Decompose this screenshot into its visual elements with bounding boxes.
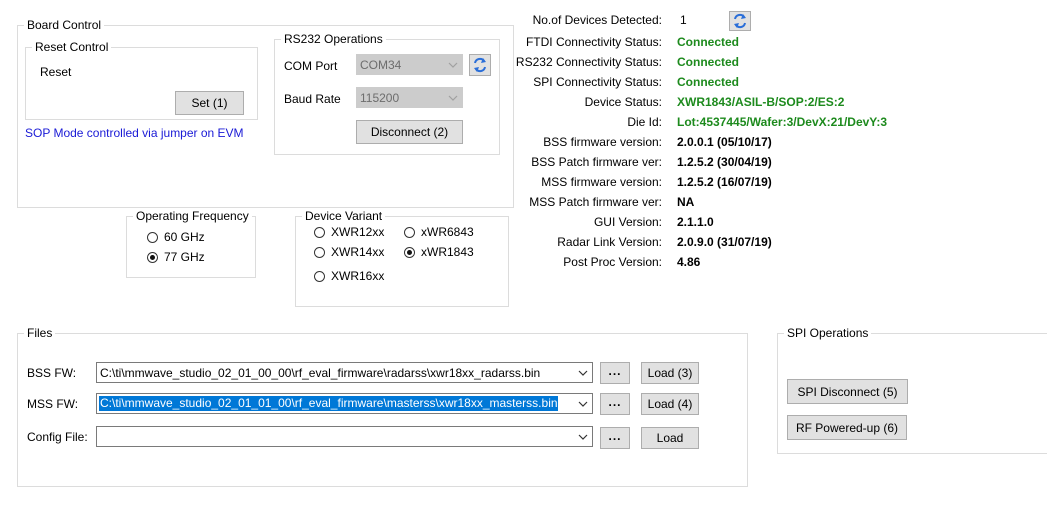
bss-patch-version-value: 1.2.5.2 (30/04/19): [677, 155, 772, 169]
set-button[interactable]: Set (1): [175, 91, 244, 115]
radio-xwr12xx[interactable]: XWR12xx: [314, 224, 384, 240]
radio-xwr6843-indicator: [404, 226, 415, 238]
radio-xwr14xx-label: XWR14xx: [331, 245, 385, 259]
disconnect-button[interactable]: Disconnect (2): [356, 120, 463, 144]
ftdi-status-value: Connected: [677, 35, 740, 49]
chevron-down-icon: [448, 62, 458, 68]
bss-fw-select[interactable]: C:\ti\mmwave_studio_02_01_00_00\rf_eval_…: [96, 362, 593, 383]
radio-60ghz[interactable]: 60 GHz: [147, 229, 205, 245]
devices-detected-label: No.of Devices Detected:: [532, 13, 662, 27]
mss-browse-button[interactable]: ...: [600, 393, 630, 415]
mss-patch-version-value: NA: [677, 195, 695, 209]
radio-xwr1843-indicator: [404, 246, 415, 258]
mss-fw-select[interactable]: C:\ti\mmwave_studio_02_01_01_00\rf_eval_…: [96, 393, 593, 414]
chevron-down-icon: [578, 401, 588, 407]
chevron-down-icon: [448, 95, 458, 101]
radio-xwr1843[interactable]: xWR1843: [404, 244, 474, 260]
spi-status-value: Connected: [677, 75, 740, 89]
mss-fw-version-value: 1.2.5.2 (16/07/19): [677, 175, 772, 189]
radio-xwr1843-label: xWR1843: [421, 245, 474, 259]
config-file-label: Config File:: [27, 430, 88, 444]
radar-link-version-label: Radar Link Version:: [557, 235, 662, 249]
files-title: Files: [24, 326, 56, 340]
com-port-value: COM34: [360, 57, 402, 72]
chevron-down-icon: [578, 370, 588, 376]
radio-77ghz[interactable]: 77 GHz: [147, 249, 205, 265]
ftdi-status-label: FTDI Connectivity Status:: [525, 35, 662, 49]
rs232-status-value: Connected: [677, 55, 740, 69]
operating-frequency-group: Operating Frequency: [126, 209, 256, 278]
radar-link-version-value: 2.0.9.0 (31/07/19): [677, 235, 772, 249]
bss-fw-path: C:\ti\mmwave_studio_02_01_00_00\rf_eval_…: [100, 365, 541, 380]
rs232-status-label: RS232 Connectivity Status:: [515, 55, 662, 69]
load-config-button[interactable]: Load: [641, 427, 699, 449]
radio-xwr14xx-indicator: [314, 246, 325, 258]
sop-mode-note: SOP Mode controlled via jumper on EVM: [25, 126, 244, 140]
radio-77ghz-indicator: [147, 251, 158, 263]
bss-patch-version-label: BSS Patch firmware ver:: [531, 155, 662, 169]
board-control-title: Board Control: [24, 18, 105, 32]
mss-fw-path: C:\ti\mmwave_studio_02_01_01_00\rf_eval_…: [99, 396, 558, 411]
radio-xwr16xx-indicator: [314, 270, 325, 282]
reset-control-title: Reset Control: [32, 40, 112, 54]
config-file-select[interactable]: [96, 426, 593, 447]
bss-fw-version-value: 2.0.0.1 (05/10/17): [677, 135, 772, 149]
radio-xwr14xx[interactable]: XWR14xx: [314, 244, 384, 260]
radio-60ghz-label: 60 GHz: [164, 230, 205, 244]
baud-rate-value: 115200: [360, 90, 400, 105]
baud-rate-label: Baud Rate: [284, 92, 341, 106]
radio-xwr12xx-indicator: [314, 226, 325, 238]
refresh-icon: [474, 57, 486, 73]
radio-xwr16xx-label: XWR16xx: [331, 269, 385, 283]
device-status-value: XWR1843/ASIL-B/SOP:2/ES:2: [677, 95, 845, 109]
devices-refresh-button[interactable]: [729, 11, 751, 31]
post-proc-version-value: 4.86: [677, 255, 701, 269]
baud-rate-select[interactable]: 115200: [356, 87, 463, 108]
mss-fw-label: MSS FW:: [27, 397, 79, 411]
spi-status-label: SPI Connectivity Status:: [533, 75, 662, 89]
die-id-value: Lot:4537445/Wafer:3/DevX:21/DevY:3: [677, 115, 888, 129]
load-mss-button[interactable]: Load (4): [641, 393, 699, 415]
config-browse-button[interactable]: ...: [600, 427, 630, 449]
bss-browse-button[interactable]: ...: [600, 362, 630, 384]
gui-version-value: 2.1.1.0: [677, 215, 714, 229]
com-port-refresh-button[interactable]: [469, 54, 491, 76]
gui-version-label: GUI Version:: [593, 215, 662, 229]
rs232-operations-title: RS232 Operations: [281, 32, 386, 46]
mss-fw-version-label: MSS firmware version:: [541, 175, 662, 189]
device-status-label: Device Status:: [584, 95, 662, 109]
radio-xwr16xx[interactable]: XWR16xx: [314, 268, 384, 284]
refresh-icon: [734, 13, 746, 29]
load-bss-button[interactable]: Load (3): [641, 362, 699, 384]
radio-77ghz-label: 77 GHz: [164, 250, 205, 264]
radio-xwr6843-label: xWR6843: [421, 225, 474, 239]
spi-operations-title: SPI Operations: [784, 326, 872, 340]
radio-xwr12xx-label: XWR12xx: [331, 225, 385, 239]
die-id-label: Die Id:: [627, 115, 662, 129]
radio-xwr6843[interactable]: xWR6843: [404, 224, 474, 240]
radio-60ghz-indicator: [147, 231, 158, 243]
rf-powered-up-button[interactable]: RF Powered-up (6): [787, 415, 907, 440]
spi-disconnect-button[interactable]: SPI Disconnect (5): [787, 379, 908, 404]
operating-frequency-title: Operating Frequency: [133, 209, 252, 223]
devices-detected-value: 1: [680, 13, 687, 27]
com-port-label: COM Port: [284, 59, 338, 73]
chevron-down-icon: [578, 434, 588, 440]
reset-label: Reset: [40, 65, 72, 79]
bss-fw-label: BSS FW:: [27, 366, 77, 380]
device-variant-title: Device Variant: [302, 209, 386, 223]
bss-fw-version-label: BSS firmware version:: [543, 135, 662, 149]
mss-patch-version-label: MSS Patch firmware ver:: [529, 195, 662, 209]
com-port-select[interactable]: COM34: [356, 54, 463, 75]
post-proc-version-label: Post Proc Version:: [563, 255, 662, 269]
